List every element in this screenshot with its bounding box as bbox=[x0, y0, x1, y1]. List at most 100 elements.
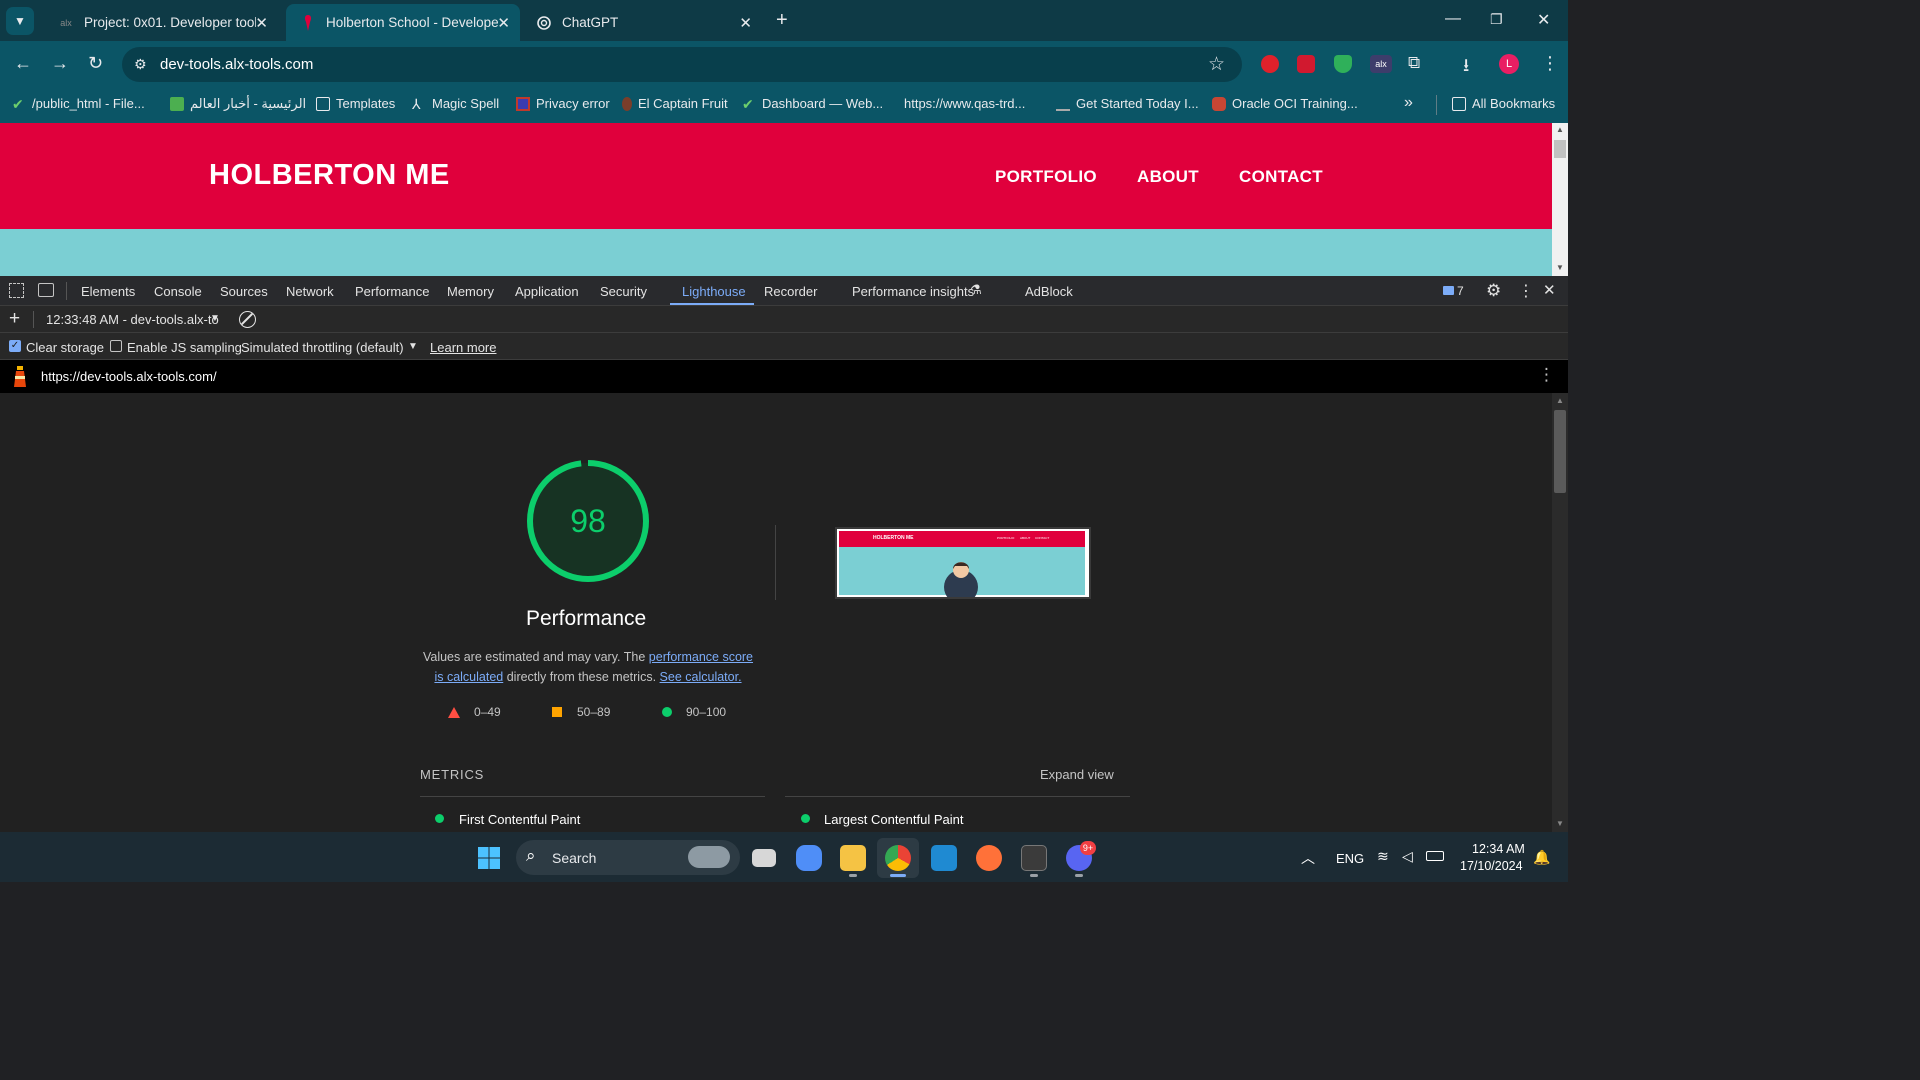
new-report-plus-icon[interactable]: + bbox=[9, 308, 20, 330]
bookmark-arabic-news[interactable]: الرئيسية - أخبار العالم bbox=[170, 96, 306, 112]
site-logo[interactable]: HOLBERTON ME bbox=[209, 159, 450, 192]
bookmark-el-captain[interactable]: El Captain Fruit bbox=[622, 96, 728, 111]
profile-avatar[interactable]: L bbox=[1499, 54, 1519, 74]
extensions-puzzle-icon[interactable]: ⧉ bbox=[1408, 53, 1420, 73]
devtools-tab-recorder[interactable]: Recorder bbox=[764, 284, 817, 299]
nav-about[interactable]: ABOUT bbox=[1137, 167, 1199, 187]
report-dropdown-icon[interactable]: ▼ bbox=[210, 313, 220, 324]
devtools-tab-lighthouse[interactable]: Lighthouse bbox=[682, 284, 746, 299]
scroll-up-arrow-icon[interactable]: ▲ bbox=[1556, 396, 1564, 405]
browser-tab-project[interactable]: alx Project: 0x01. Developer tools | ✕ bbox=[44, 4, 278, 41]
browser-tab-chatgpt[interactable]: ChatGPT ✕ bbox=[522, 4, 762, 41]
bookmark-get-started[interactable]: Get Started Today I... bbox=[1056, 96, 1199, 111]
close-tab-icon[interactable]: ✕ bbox=[739, 14, 752, 32]
devtools-tab-performance-insights[interactable]: Performance insights bbox=[852, 284, 974, 299]
final-screenshot-thumbnail[interactable]: HOLBERTON ME PORTFOLIO ABOUT CONTACT bbox=[835, 527, 1091, 599]
chrome-icon[interactable] bbox=[885, 845, 911, 871]
devtools-tab-memory[interactable]: Memory bbox=[447, 284, 494, 299]
devtools-tab-sources[interactable]: Sources bbox=[220, 284, 268, 299]
vscode-icon[interactable] bbox=[931, 845, 957, 871]
issues-icon[interactable] bbox=[1443, 286, 1454, 295]
bookmark-oracle[interactable]: Oracle OCI Training... bbox=[1212, 96, 1358, 111]
bookmark-magic-spell[interactable]: ⅄ Magic Spell bbox=[412, 96, 499, 111]
devtools-tab-security[interactable]: Security bbox=[600, 284, 647, 299]
scroll-down-arrow-icon[interactable]: ▼ bbox=[1556, 263, 1564, 272]
devtools-settings-icon[interactable]: ⚙ bbox=[1486, 281, 1501, 301]
show-hidden-icons-chevron[interactable]: ︿ bbox=[1301, 848, 1315, 868]
reload-icon[interactable]: ↻ bbox=[88, 53, 103, 74]
devtools-tab-adblock[interactable]: AdBlock bbox=[1025, 284, 1073, 299]
address-bar[interactable]: ⚙ dev-tools.alx-tools.com ☆ bbox=[122, 47, 1242, 82]
bookmark-star-icon[interactable]: ☆ bbox=[1208, 53, 1225, 76]
scroll-thumb[interactable] bbox=[1554, 140, 1566, 158]
device-toolbar-icon[interactable] bbox=[38, 283, 54, 297]
js-sampling-checkbox[interactable] bbox=[110, 340, 122, 352]
report-menu-icon[interactable]: ⋮ bbox=[1538, 365, 1555, 385]
adblock-extension-icon[interactable] bbox=[1261, 55, 1279, 73]
alx-extension-icon[interactable]: alx bbox=[1370, 55, 1392, 73]
back-icon[interactable]: ← bbox=[14, 53, 32, 74]
clear-storage-checkbox[interactable]: ✓ bbox=[9, 340, 21, 352]
battery-icon[interactable] bbox=[1426, 851, 1444, 861]
copilot-icon[interactable] bbox=[796, 845, 822, 871]
issues-count[interactable]: 7 bbox=[1457, 284, 1464, 298]
browser-tab-holberton[interactable]: Holberton School - Developer t ✕ bbox=[286, 4, 520, 41]
close-tab-icon[interactable]: ✕ bbox=[497, 14, 510, 32]
devtools-tab-console[interactable]: Console bbox=[154, 284, 202, 299]
audited-url[interactable]: https://dev-tools.alx-tools.com/ bbox=[41, 369, 217, 384]
shield-extension-icon[interactable] bbox=[1334, 55, 1352, 73]
throttling-dropdown-icon[interactable]: ▼ bbox=[408, 341, 418, 352]
devtools-close-icon[interactable]: ✕ bbox=[1543, 281, 1556, 299]
restore-icon[interactable]: ❐ bbox=[1490, 11, 1503, 28]
bookmark-qas-trd[interactable]: https://www.qas-trd... bbox=[898, 96, 1025, 111]
bookmark-public-html[interactable]: ✔ /public_html - File... bbox=[12, 96, 145, 111]
throttling-select[interactable]: Simulated throttling (default) bbox=[241, 340, 404, 355]
inspect-element-icon[interactable] bbox=[9, 283, 24, 298]
forward-icon[interactable]: → bbox=[51, 53, 69, 74]
devtools-tab-elements[interactable]: Elements bbox=[81, 284, 135, 299]
download-icon[interactable]: ⭳ bbox=[1463, 53, 1469, 83]
nav-portfolio[interactable]: PORTFOLIO bbox=[995, 167, 1097, 187]
scroll-thumb[interactable] bbox=[1554, 410, 1566, 493]
taskbar-search-box[interactable]: ⌕ Search bbox=[516, 840, 740, 875]
notification-bell-icon[interactable]: 🔔 bbox=[1533, 849, 1550, 866]
bookmark-privacy-error[interactable]: Privacy error bbox=[516, 96, 610, 111]
devtools-tab-network[interactable]: Network bbox=[286, 284, 334, 299]
firefox-icon[interactable] bbox=[976, 845, 1002, 871]
close-window-icon[interactable]: ✕ bbox=[1537, 10, 1550, 30]
tab-search-button[interactable]: ▼ bbox=[6, 7, 34, 35]
terminal-icon[interactable] bbox=[1021, 845, 1047, 871]
more-bookmarks-icon[interactable]: » bbox=[1404, 94, 1413, 112]
file-explorer-icon[interactable] bbox=[840, 845, 866, 871]
learn-more-link[interactable]: Learn more bbox=[430, 340, 496, 355]
bookmark-all-bookmarks[interactable]: All Bookmarks bbox=[1452, 96, 1555, 111]
clock-date[interactable]: 17/10/2024 bbox=[1460, 859, 1523, 873]
volume-icon[interactable]: ◁ bbox=[1402, 848, 1413, 865]
bookmark-templates[interactable]: Templates bbox=[316, 96, 395, 111]
see-calculator-link[interactable]: See calculator. bbox=[660, 670, 742, 684]
clear-reports-icon[interactable] bbox=[239, 311, 256, 328]
new-tab-button[interactable]: + bbox=[776, 9, 788, 32]
expand-view-toggle[interactable]: Expand view bbox=[1040, 767, 1114, 782]
devtools-menu-icon[interactable]: ⋮ bbox=[1518, 281, 1534, 301]
page-scrollbar[interactable]: ▲ ▼ bbox=[1552, 123, 1568, 276]
minimize-icon[interactable]: — bbox=[1445, 10, 1461, 28]
clock-time[interactable]: 12:34 AM bbox=[1472, 842, 1525, 856]
mendeley-extension-icon[interactable] bbox=[1297, 55, 1315, 73]
url-text[interactable]: dev-tools.alx-tools.com bbox=[160, 56, 313, 73]
nav-contact[interactable]: CONTACT bbox=[1239, 167, 1323, 187]
bookmark-dashboard[interactable]: ✔ Dashboard — Web... bbox=[742, 96, 883, 111]
report-selector[interactable]: 12:33:48 AM - dev-tools.alx-to bbox=[46, 312, 219, 327]
devtools-tab-performance[interactable]: Performance bbox=[355, 284, 429, 299]
devtools-tab-application[interactable]: Application bbox=[515, 284, 579, 299]
scroll-up-arrow-icon[interactable]: ▲ bbox=[1556, 125, 1564, 134]
windows-start-icon[interactable] bbox=[477, 846, 501, 870]
report-scrollbar[interactable]: ▲ ▼ bbox=[1552, 393, 1568, 832]
close-tab-icon[interactable]: ✕ bbox=[255, 14, 268, 32]
browser-menu-icon[interactable]: ⋮ bbox=[1541, 53, 1559, 74]
input-language[interactable]: ENG bbox=[1336, 851, 1364, 866]
task-view-icon[interactable] bbox=[752, 849, 776, 867]
wifi-icon[interactable]: ≋ bbox=[1377, 848, 1389, 865]
site-info-icon[interactable]: ⚙ bbox=[134, 56, 147, 73]
scroll-down-arrow-icon[interactable]: ▼ bbox=[1556, 819, 1564, 828]
